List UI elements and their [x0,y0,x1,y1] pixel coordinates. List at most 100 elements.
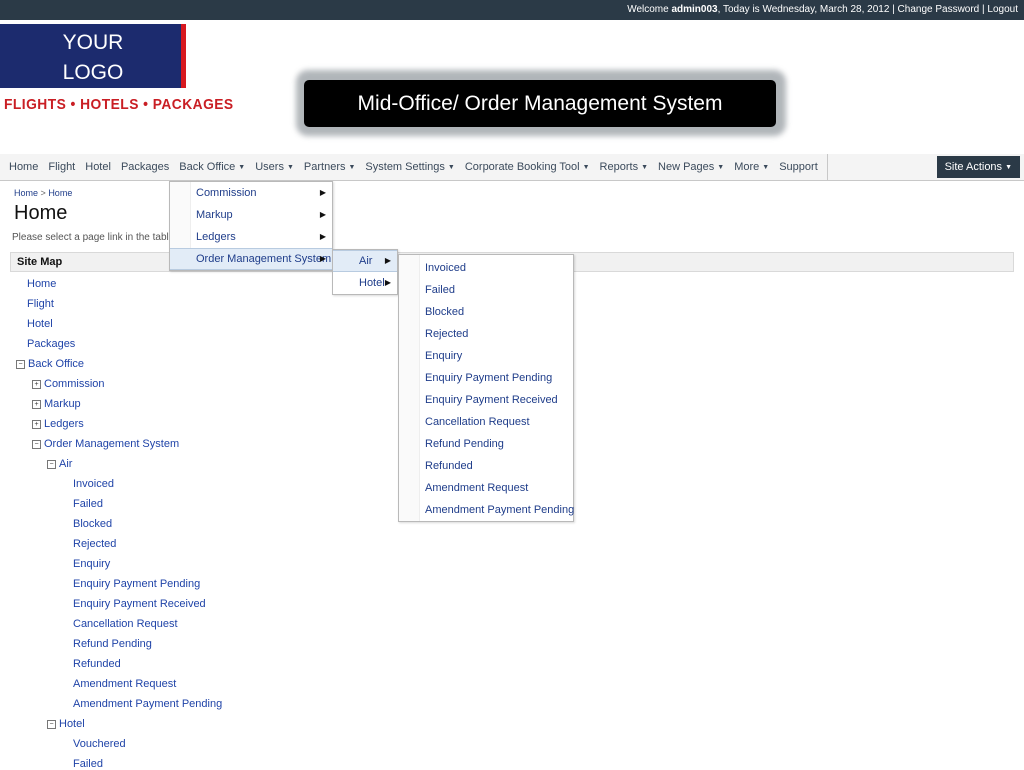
logo[interactable]: YOUR LOGO [0,24,186,88]
tree-item-home[interactable]: Home [27,278,56,290]
tree-item-back-office[interactable]: − Back Office [16,358,84,370]
breadcrumb-current: Home [48,188,73,198]
menu-item-markup[interactable]: Markup ▶ [170,204,332,226]
nav-home[interactable]: Home [4,161,43,173]
air-submenu: Invoiced Failed Blocked Rejected Enquiry… [398,254,574,522]
tree-item-packages[interactable]: Packages [27,338,75,350]
nav-back-office[interactable]: Back Office ▼ [174,161,250,173]
nav-support[interactable]: Support [774,161,823,173]
tree-item-air-label: Air [59,458,73,470]
nav-flight[interactable]: Flight [43,161,80,173]
menu-item-oms[interactable]: Order Management System ▶ [170,248,332,270]
date-text: , Today is Wednesday, March 28, 2012 | [717,4,898,15]
tagline: FLIGHTS • HOTELS • PACKAGES [4,96,234,113]
menu-item-commission-label: Commission [196,187,257,199]
back-office-menu: Commission ▶ Markup ▶ Ledgers ▶ Order Manag… [169,181,333,271]
change-password-link[interactable]: Change Password [898,4,980,15]
expand-icon[interactable]: + [32,379,41,389]
tree-item-hotel-vouchered[interactable]: Vouchered [73,738,126,750]
breadcrumb-home-link[interactable]: Home [14,188,38,198]
nav-hotel-label: Hotel [85,161,111,173]
menu-item-hotel[interactable]: Hotel ▶ [333,272,397,294]
menu-item-amendment-payment-pending[interactable]: Amendment Payment Pending [399,499,574,521]
tree-item-flight[interactable]: Flight [27,298,54,310]
tree-item-air-amendment-payment-pending[interactable]: Amendment Payment Pending [73,698,222,710]
nav-hotel[interactable]: Hotel [80,161,116,173]
tree-item-air-invoiced[interactable]: Invoiced [73,478,114,490]
logo-line-1: YOUR [62,31,124,54]
menu-item-invoiced[interactable]: Invoiced [399,257,573,279]
collapse-icon[interactable]: − [32,439,41,449]
tree-item-hotel[interactable]: Hotel [27,318,53,330]
tree-item-air-enquiry-payment-pending[interactable]: Enquiry Payment Pending [73,578,200,590]
tree-item-air-rejected[interactable]: Rejected [73,538,116,550]
menu-item-failed[interactable]: Failed [399,279,573,301]
nav-new-pages[interactable]: New Pages ▼ [653,161,729,173]
nav-more[interactable]: More ▼ [729,161,774,173]
tree-item-hotel-failed[interactable]: Failed [73,758,103,770]
system-banner: Mid-Office/ Order Management System [304,80,776,127]
chevron-down-icon: ▼ [582,163,590,171]
collapse-icon[interactable]: − [47,459,56,469]
nav-corporate-booking-tool[interactable]: Corporate Booking Tool ▼ [460,161,595,173]
nav-new-pages-label: New Pages [658,161,715,173]
submenu-arrow-icon: ▶ [384,278,391,287]
menu-item-markup-label: Markup [196,209,233,221]
nav-reports-label: Reports [599,161,639,173]
tree-item-markup[interactable]: + Markup [32,398,81,410]
tree-item-air-refund-pending[interactable]: Refund Pending [73,638,152,650]
tree-item-ledgers[interactable]: + Ledgers [32,418,84,430]
expand-icon[interactable]: + [32,419,41,429]
site-actions-label: Site Actions [944,161,1003,173]
chevron-down-icon: ▼ [286,163,294,171]
breadcrumb: Home > Home [14,188,72,198]
site-actions-button[interactable]: Site Actions ▼ [936,156,1020,178]
tree-item-air[interactable]: − Air [47,458,72,470]
breadcrumb-separator: > [40,188,46,198]
menu-item-enquiry-payment-pending[interactable]: Enquiry Payment Pending [399,367,573,389]
nav-system-settings-label: System Settings [365,161,445,173]
collapse-icon[interactable]: − [16,359,25,369]
nav-users[interactable]: Users ▼ [250,161,299,173]
tree-item-air-amendment-request[interactable]: Amendment Request [73,678,176,690]
tree-item-air-cancellation-request[interactable]: Cancellation Request [73,618,178,630]
nav-system-settings[interactable]: System Settings ▼ [360,161,459,173]
top-navigation: Home Flight Hotel Packages Back Office ▼ … [0,154,1024,181]
tree-item-air-refunded[interactable]: Refunded [73,658,121,670]
site-map-title: Site Map [17,256,63,268]
nav-support-label: Support [779,161,818,173]
tree-item-oms[interactable]: − Order Management System [32,438,179,450]
menu-item-ledgers[interactable]: Ledgers ▶ [170,226,332,248]
tree-item-air-blocked[interactable]: Blocked [73,518,112,530]
submenu-arrow-icon: ▶ [319,232,326,241]
tree-item-air-enquiry-payment-received[interactable]: Enquiry Payment Received [73,598,206,610]
expand-icon[interactable]: + [32,399,41,409]
nav-partners[interactable]: Partners ▼ [299,161,361,173]
menu-item-commission[interactable]: Commission ▶ [170,182,332,204]
nav-packages[interactable]: Packages [116,161,174,173]
menu-item-air[interactable]: Air ▶ [333,250,397,272]
menu-item-hotel-label: Hotel [359,277,385,289]
tree-item-hotel-group[interactable]: − Hotel [47,718,85,730]
tree-item-commission-label: Commission [44,378,105,390]
menu-item-refund-pending[interactable]: Refund Pending [399,433,573,455]
logo-text: YOUR LOGO [38,28,148,88]
tree-item-air-failed[interactable]: Failed [73,498,103,510]
nav-more-label: More [734,161,760,173]
nav-packages-label: Packages [120,161,170,173]
menu-item-air-label: Air [359,255,373,267]
menu-item-enquiry-payment-received[interactable]: Enquiry Payment Received [399,389,573,411]
menu-item-enquiry[interactable]: Enquiry [399,345,573,367]
chevron-down-icon: ▼ [717,163,725,171]
menu-item-rejected[interactable]: Rejected [399,323,573,345]
tree-item-commission[interactable]: + Commission [32,378,105,390]
collapse-icon[interactable]: − [47,719,56,729]
logout-link[interactable]: Logout [987,4,1018,15]
menu-item-blocked[interactable]: Blocked [399,301,573,323]
menu-item-refunded[interactable]: Refunded [399,455,573,477]
menu-item-cancellation-request[interactable]: Cancellation Request [399,411,573,433]
welcome-bar: Welcome admin003, Today is Wednesday, Ma… [627,4,1018,15]
menu-item-amendment-request[interactable]: Amendment Request [399,477,573,499]
tree-item-air-enquiry[interactable]: Enquiry [73,558,110,570]
nav-reports[interactable]: Reports ▼ [595,161,653,173]
